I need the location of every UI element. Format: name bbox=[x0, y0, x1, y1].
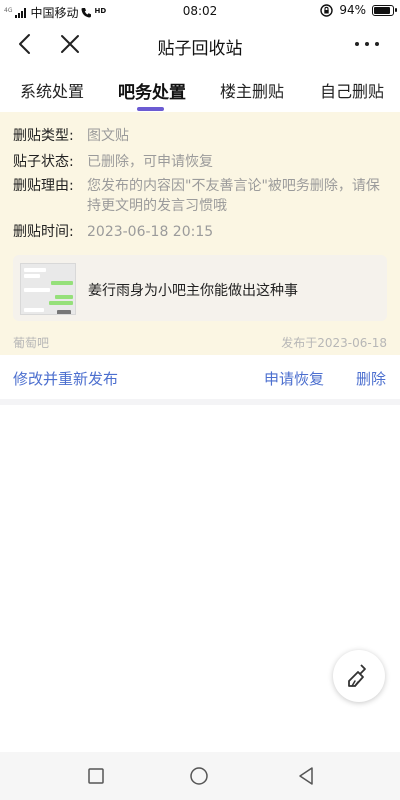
post-preview[interactable]: 姜行雨身为小吧主你能做出这种事 bbox=[13, 255, 387, 321]
delete-reason-value: 您发布的内容因"不友善言论"被吧务删除，请保持更文明的发言习惯哦 bbox=[87, 178, 380, 214]
post-title: 姜行雨身为小吧主你能做出这种事 bbox=[88, 283, 298, 299]
post-status-label: 贴子状态: bbox=[13, 154, 74, 170]
request-restore-button[interactable]: 申请恢复 bbox=[264, 368, 324, 389]
rotation-lock-icon bbox=[320, 3, 334, 17]
active-tab-indicator bbox=[137, 107, 164, 111]
tab-bar: 系统处置 吧务处置 楼主删贴 自己删贴 bbox=[0, 68, 400, 112]
battery-percent: 94% bbox=[339, 3, 366, 17]
section-divider bbox=[0, 399, 400, 405]
delete-button[interactable]: 删除 bbox=[356, 368, 386, 389]
delete-type-row: 删贴类型: 图文贴 bbox=[13, 126, 129, 146]
deleted-post-card: 删贴类型: 图文贴 贴子状态: 已删除，可申请恢复 删贴理由: 您发布的内容因"… bbox=[0, 112, 400, 355]
broom-icon bbox=[348, 664, 366, 687]
nav-header: 贴子回收站 bbox=[0, 22, 400, 68]
home-icon[interactable] bbox=[189, 766, 209, 786]
action-bar: 修改并重新发布 申请恢复 删除 bbox=[0, 355, 400, 399]
back-triangle-icon[interactable] bbox=[296, 766, 316, 786]
delete-reason-row: 删贴理由: 您发布的内容因"不友善言论"被吧务删除，请保持更文明的发言习惯哦 bbox=[13, 176, 387, 216]
status-bar: 4G 中国移动 HD 08:02 94% bbox=[0, 0, 400, 22]
delete-type-value: 图文贴 bbox=[87, 128, 129, 144]
tab-bar-admin[interactable]: 吧务处置 bbox=[118, 78, 186, 103]
battery-icon bbox=[372, 4, 397, 16]
recent-apps-icon[interactable] bbox=[86, 766, 106, 786]
edit-republish-button[interactable]: 修改并重新发布 bbox=[13, 368, 118, 389]
tab-system[interactable]: 系统处置 bbox=[20, 78, 84, 102]
close-icon[interactable] bbox=[58, 32, 82, 56]
more-dots-icon[interactable] bbox=[352, 32, 382, 56]
delete-time-value: 2023-06-18 20:15 bbox=[87, 224, 214, 240]
tab-self-deleted[interactable]: 自己删贴 bbox=[320, 78, 384, 102]
cleanup-fab[interactable] bbox=[333, 650, 385, 702]
delete-type-label: 删贴类型: bbox=[13, 128, 74, 144]
system-nav-bar bbox=[0, 752, 400, 800]
back-arrow-icon[interactable] bbox=[14, 32, 38, 56]
status-right: 94% bbox=[320, 3, 397, 17]
publish-date: 发布于2023-06-18 bbox=[281, 336, 387, 350]
post-status-value: 已删除，可申请恢复 bbox=[87, 154, 213, 170]
battery-fill bbox=[374, 6, 390, 14]
tab-poster-deleted[interactable]: 楼主删贴 bbox=[220, 78, 284, 102]
delete-time-label: 删贴时间: bbox=[13, 224, 74, 240]
delete-reason-label: 删贴理由: bbox=[13, 178, 74, 194]
bar-name[interactable]: 葡萄吧 bbox=[13, 334, 49, 351]
delete-time-row: 删贴时间: 2023-06-18 20:15 bbox=[13, 222, 213, 242]
post-status-row: 贴子状态: 已删除，可申请恢复 bbox=[13, 152, 213, 172]
post-thumbnail-image bbox=[20, 263, 76, 315]
